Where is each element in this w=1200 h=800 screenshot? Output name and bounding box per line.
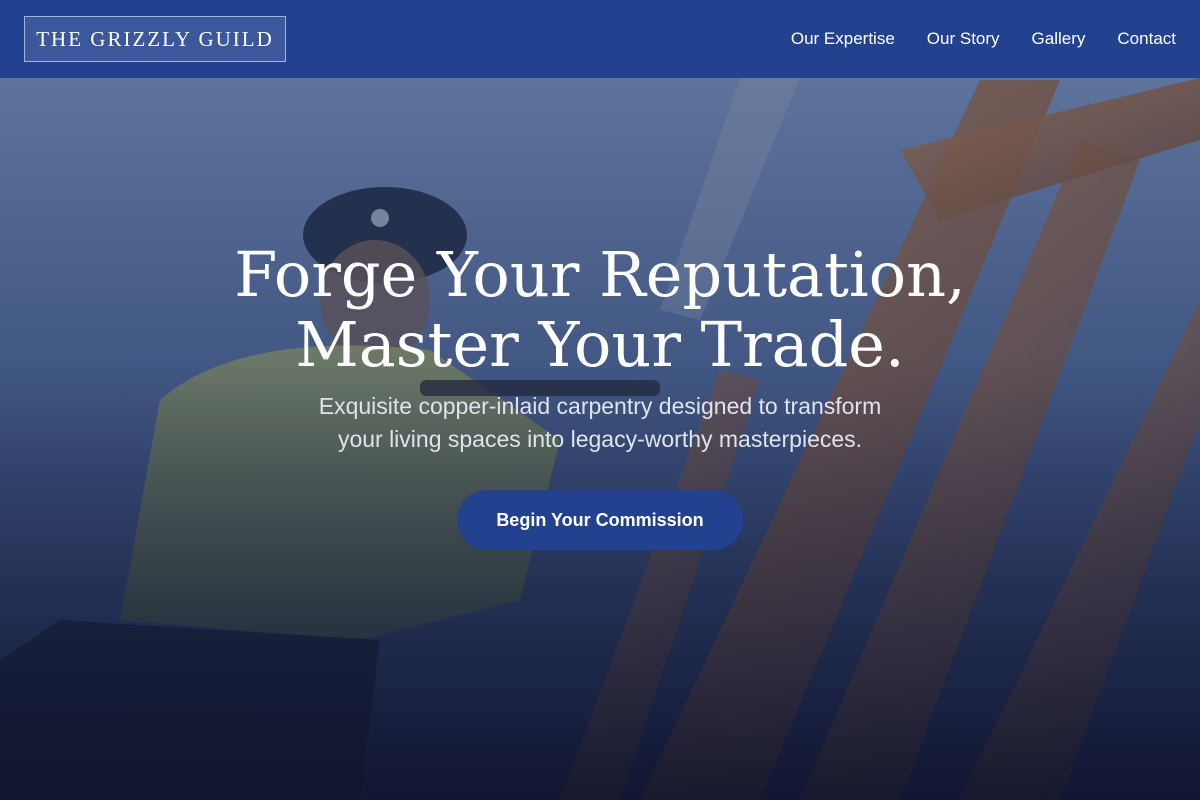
nav-link-contact[interactable]: Contact (1117, 29, 1176, 49)
hero-headline: Forge Your Reputation, Master Your Trade… (0, 240, 1200, 380)
begin-commission-button[interactable]: Begin Your Commission (457, 490, 743, 550)
top-navbar: THE GRIZZLY GUILD Our Expertise Our Stor… (0, 0, 1200, 78)
nav-link-our-story[interactable]: Our Story (927, 29, 1000, 49)
nav-link-our-expertise[interactable]: Our Expertise (791, 29, 895, 49)
hero-headline-line-1: Forge Your Reputation, (234, 238, 966, 311)
hero-subtext: Exquisite copper-inlaid carpentry design… (0, 390, 1200, 456)
hero-subtext-line-2: your living spaces into legacy-worthy ma… (337, 426, 863, 452)
hero-headline-line-2: Master Your Trade. (295, 308, 905, 381)
main-nav: Our Expertise Our Story Gallery Contact (791, 29, 1176, 49)
brand-logo[interactable]: THE GRIZZLY GUILD (24, 16, 286, 62)
hero-subtext-line-1: Exquisite copper-inlaid carpentry design… (318, 393, 882, 419)
nav-link-gallery[interactable]: Gallery (1032, 29, 1086, 49)
hero-section: Forge Your Reputation, Master Your Trade… (0, 0, 1200, 800)
hero-content: Forge Your Reputation, Master Your Trade… (0, 240, 1200, 550)
